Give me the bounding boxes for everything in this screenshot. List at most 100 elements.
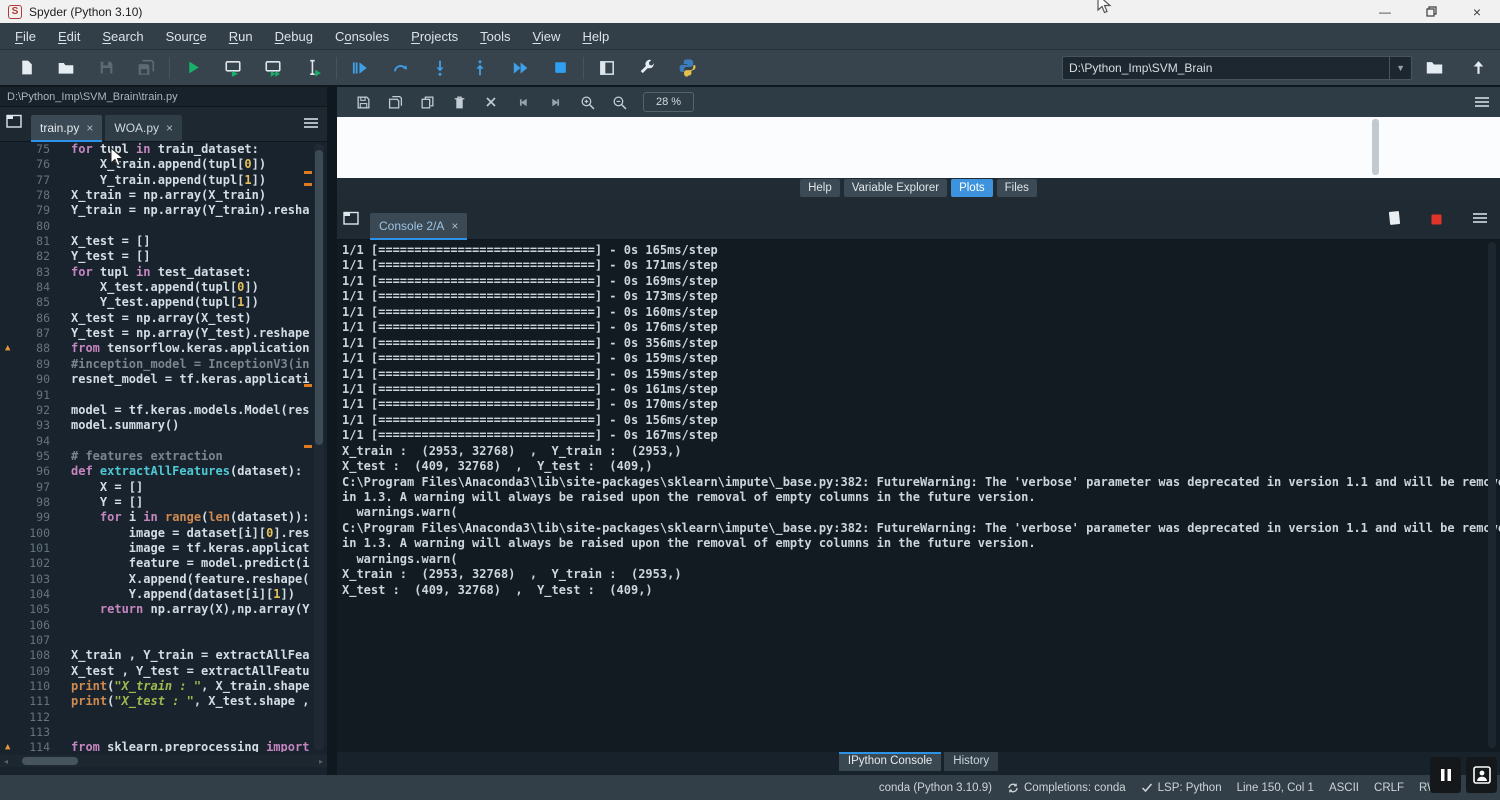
scroll-left-arrow-icon[interactable]: ◂ <box>4 757 8 766</box>
pane-tab-variable-explorer[interactable]: Variable Explorer <box>844 179 947 197</box>
interpreter-status[interactable]: conda (Python 3.10.9) <box>879 782 992 794</box>
previous-plot-icon[interactable] <box>507 90 539 114</box>
completions-status[interactable]: Completions: conda <box>1007 782 1126 794</box>
editor-gutter-cell: 82 <box>0 249 64 264</box>
code-text: for tupl in test_dataset: <box>64 265 252 280</box>
editor-vertical-scrollbar[interactable] <box>314 144 324 750</box>
run-file-icon[interactable] <box>173 53 213 83</box>
browse-working-directory-icon[interactable] <box>1414 53 1454 83</box>
console-line: 1/1 [==============================] - 0… <box>342 320 1500 335</box>
editor-tab-train.py[interactable]: train.py× <box>31 115 102 141</box>
restore-icon <box>1426 6 1437 17</box>
menu-file[interactable]: File <box>4 23 47 50</box>
copy-plot-icon[interactable] <box>411 90 443 114</box>
bottom-tab-history[interactable]: History <box>944 752 998 771</box>
next-plot-icon[interactable] <box>539 90 571 114</box>
menu-view[interactable]: View <box>521 23 571 50</box>
scroll-right-arrow-icon[interactable]: ▸ <box>319 757 323 766</box>
menu-search[interactable]: Search <box>91 23 154 50</box>
new-file-icon[interactable] <box>6 53 46 83</box>
mouse-cursor <box>110 147 126 169</box>
code-text: Y_train = np.array(Y_train).resha <box>64 203 309 218</box>
save-all-plots-icon[interactable] <box>379 90 411 114</box>
code-text: Y = [] <box>64 495 143 510</box>
debug-file-icon[interactable] <box>340 53 380 83</box>
editor-line: 92model = tf.keras.models.Model(res <box>0 403 327 418</box>
console-vertical-scrollbar[interactable] <box>1488 242 1496 748</box>
plots-scrollbar-thumb[interactable] <box>1372 119 1379 175</box>
run-selection-icon[interactable] <box>293 53 333 83</box>
editor-horizontal-scrollbar[interactable]: ◂ ▸ <box>0 755 327 767</box>
editor-tab-woa.py[interactable]: WOA.py× <box>105 115 182 141</box>
close-tab-icon[interactable]: × <box>86 121 93 135</box>
zoom-out-icon[interactable] <box>603 90 635 114</box>
remove-plot-icon[interactable] <box>443 90 475 114</box>
line-number: 114 <box>29 740 50 752</box>
console-line: in 1.3. A warning will always be raised … <box>342 536 1500 551</box>
working-directory-combo[interactable]: D:\Python_Imp\SVM_Brain ▼ <box>1062 56 1412 80</box>
combo-dropdown-caret-icon[interactable]: ▼ <box>1389 57 1405 79</box>
stop-debug-icon[interactable] <box>540 53 580 83</box>
restore-button[interactable] <box>1408 0 1454 23</box>
zoom-in-icon[interactable] <box>571 90 603 114</box>
minimize-button[interactable]: — <box>1362 0 1408 23</box>
console-output[interactable]: 1/1 [==============================] - 0… <box>337 240 1500 750</box>
webcam-overlay-button[interactable] <box>1466 757 1497 793</box>
open-file-icon[interactable] <box>46 53 86 83</box>
interrupt-kernel-icon[interactable] <box>1431 212 1442 230</box>
plots-canvas[interactable] <box>337 117 1500 178</box>
pane-tab-files[interactable]: Files <box>997 179 1037 197</box>
debug-step-return-icon[interactable] <box>460 53 500 83</box>
menu-help[interactable]: Help <box>571 23 620 50</box>
maximize-pane-icon[interactable] <box>587 53 627 83</box>
run-cell-advance-icon[interactable] <box>253 53 293 83</box>
menu-debug[interactable]: Debug <box>264 23 324 50</box>
pane-tab-plots[interactable]: Plots <box>951 179 993 197</box>
pane-tab-help[interactable]: Help <box>800 179 840 197</box>
save-icon-disabled[interactable] <box>86 53 126 83</box>
run-cell-icon[interactable] <box>213 53 253 83</box>
encoding-status: ASCII <box>1329 782 1359 794</box>
close-tab-icon[interactable]: × <box>451 219 458 233</box>
console-options-menu-icon[interactable] <box>1472 211 1488 230</box>
line-number: 89 <box>36 357 50 371</box>
debug-continue-icon[interactable] <box>500 53 540 83</box>
editor-line: 77 Y_train.append(tupl[1]) <box>0 173 327 188</box>
python-env-icon[interactable] <box>667 53 707 83</box>
close-button[interactable]: × <box>1454 0 1500 23</box>
editor-line: 81X_test = [] <box>0 234 327 249</box>
debug-step-over-icon[interactable] <box>380 53 420 83</box>
editor-line: 102 feature = model.predict(i <box>0 556 327 571</box>
close-tab-icon[interactable]: × <box>166 121 173 135</box>
console-environment-icon[interactable] <box>1388 210 1401 231</box>
bottom-tab-ipython-console[interactable]: IPython Console <box>839 752 941 771</box>
console-line: warnings.warn( <box>342 505 1500 520</box>
pause-recording-button[interactable] <box>1430 757 1461 793</box>
save-all-icon-disabled[interactable] <box>126 53 166 83</box>
editor-line: 86X_test = np.array(X_test) <box>0 311 327 326</box>
menu-source[interactable]: Source <box>155 23 218 50</box>
menu-run[interactable]: Run <box>218 23 264 50</box>
editor-hscroll-thumb[interactable] <box>22 757 78 765</box>
preferences-wrench-icon[interactable] <box>627 53 667 83</box>
menu-edit[interactable]: Edit <box>47 23 91 50</box>
debug-step-into-icon[interactable] <box>420 53 460 83</box>
menu-tools[interactable]: Tools <box>469 23 521 50</box>
parent-directory-icon[interactable] <box>1458 53 1498 83</box>
eol-status: CRLF <box>1374 782 1404 794</box>
lsp-status[interactable]: LSP: Python <box>1141 782 1222 794</box>
console-tab[interactable]: Console 2/A × <box>370 213 467 239</box>
editor-scrollbar-thumb[interactable] <box>315 150 323 445</box>
browse-tabs-icon[interactable] <box>6 114 23 134</box>
close-all-plots-icon[interactable] <box>475 90 507 114</box>
plots-options-menu-icon[interactable] <box>1474 95 1490 114</box>
editor-gutter-cell: 89 <box>0 357 64 372</box>
code-text: def extractAllFeatures(dataset): <box>64 464 302 479</box>
menu-consoles[interactable]: Consoles <box>324 23 400 50</box>
editor-options-menu-icon[interactable] <box>303 116 319 135</box>
line-number: 79 <box>36 203 50 217</box>
browse-tabs-icon[interactable] <box>343 211 360 231</box>
editor-code[interactable]: 75for tupl in train_dataset:76 X_train.a… <box>0 142 327 752</box>
menu-projects[interactable]: Projects <box>400 23 469 50</box>
save-plot-icon[interactable] <box>347 90 379 114</box>
